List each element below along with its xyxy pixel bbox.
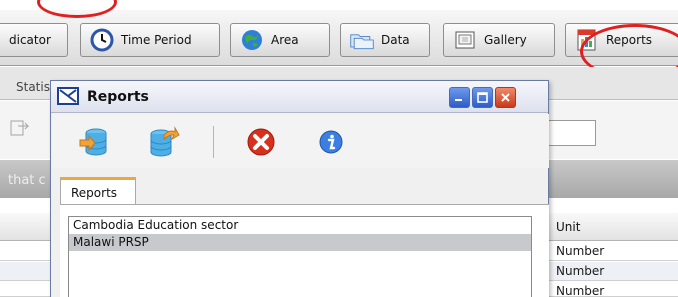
main-toolbar: dicator Time Period Area Data Gallery Re… <box>0 0 678 79</box>
list-item[interactable]: Cambodia Education sector <box>69 217 531 234</box>
folders-icon <box>349 27 375 53</box>
tab-reports-list[interactable]: Reports <box>60 177 136 205</box>
unit-cell: Number <box>556 264 605 278</box>
tab-gallery[interactable]: Gallery <box>443 23 555 57</box>
tab-area[interactable]: Area <box>230 23 330 57</box>
minimize-button[interactable] <box>449 87 470 108</box>
clock-icon <box>89 27 115 53</box>
grid-column-unit[interactable]: Unit <box>556 220 580 234</box>
tab-area-label: Area <box>271 33 299 47</box>
info-icon <box>319 130 343 154</box>
import-report-button[interactable] <box>78 125 112 159</box>
maximize-button[interactable] <box>472 87 493 108</box>
dialog-title: Reports <box>87 89 149 105</box>
filter-text: that c <box>8 173 46 188</box>
export-report-button[interactable] <box>147 125 181 159</box>
dialog-title-bar[interactable]: Reports <box>51 81 548 113</box>
database-import-icon <box>79 128 107 156</box>
swap-icon[interactable] <box>8 118 32 140</box>
app-icon <box>57 87 79 105</box>
search-input[interactable] <box>548 120 596 146</box>
list-item-selected[interactable]: Malawi PRSP <box>69 234 531 251</box>
close-icon <box>501 93 510 102</box>
unit-cell: Number <box>556 244 605 258</box>
tab-data-label: Data <box>381 33 410 47</box>
maximize-icon <box>477 92 488 103</box>
tab-data[interactable]: Data <box>340 23 430 57</box>
toolbar-separator <box>213 126 214 158</box>
globe-icon <box>239 27 265 53</box>
gallery-icon <box>452 27 478 53</box>
tab-gallery-label: Gallery <box>484 33 527 47</box>
tab-indicator[interactable]: dicator <box>0 23 68 57</box>
unit-cell: Number <box>556 284 605 297</box>
delete-report-button[interactable] <box>244 125 278 159</box>
dialog-toolbar <box>52 114 549 168</box>
tab-time-period-label: Time Period <box>121 33 192 47</box>
subtab-statistics[interactable]: Statis <box>16 80 50 94</box>
info-button[interactable] <box>314 125 348 159</box>
minimize-icon <box>455 99 462 101</box>
delete-icon <box>247 128 275 156</box>
tab-indicator-label: dicator <box>9 33 51 47</box>
reports-list[interactable]: Cambodia Education sector Malawi PRSP <box>68 216 532 297</box>
annotation-oval-top <box>37 0 117 18</box>
tab-time-period[interactable]: Time Period <box>80 23 220 57</box>
close-button[interactable] <box>495 87 516 108</box>
database-export-icon <box>150 126 180 157</box>
